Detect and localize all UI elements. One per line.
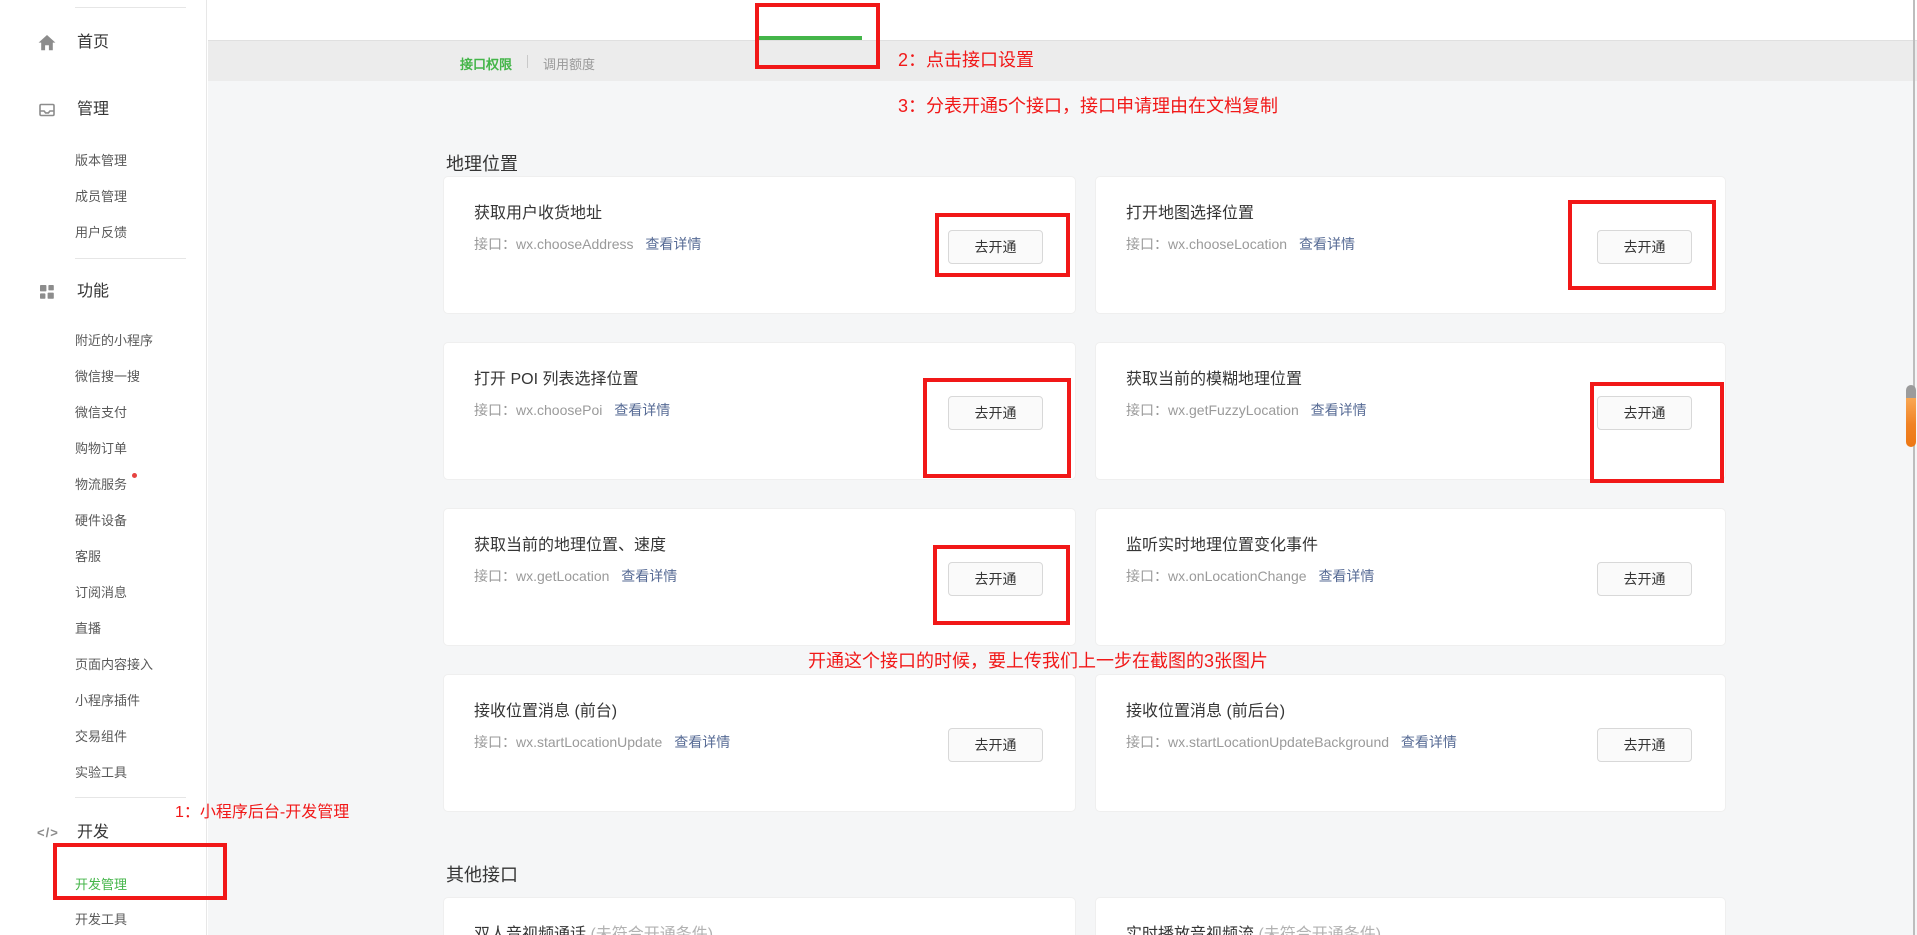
subtab-1[interactable]: 调用额度 xyxy=(543,54,595,73)
sidebar-section-manage[interactable]: 管理 xyxy=(77,100,109,120)
sidebar-item-features-7[interactable]: 订阅消息 xyxy=(75,585,127,601)
sidebar-section-home[interactable]: 首页 xyxy=(77,33,109,53)
api-card-subtitle: 接口：wx.startLocationUpdateBackground 查看详情 xyxy=(1126,732,1457,752)
sidebar: 首页管理版本管理成员管理用户反馈功能附近的小程序微信搜一搜微信支付购物订单物流服… xyxy=(0,0,207,935)
sidebar-item-features-11[interactable]: 交易组件 xyxy=(75,729,127,745)
subtab-0-active[interactable]: 接口权限 xyxy=(460,54,512,73)
wechat-miniprogram-console: 首页管理版本管理成员管理用户反馈功能附近的小程序微信搜一搜微信支付购物订单物流服… xyxy=(0,0,1917,935)
grid-icon xyxy=(37,282,57,302)
api-card-title: 接收位置消息 (前后台) xyxy=(1126,697,1285,721)
scrollbar-track[interactable] xyxy=(1913,0,1915,935)
sidebar-item-features-6[interactable]: 客服 xyxy=(75,549,101,565)
sidebar-item-features-8[interactable]: 直播 xyxy=(75,621,101,637)
api-card-title: 接收位置消息 (前台) xyxy=(474,697,617,721)
sidebar-item-features-4[interactable]: 物流服务 xyxy=(75,477,127,493)
sidebar-divider xyxy=(75,7,186,8)
condition-note: (未符合开通条件) xyxy=(590,926,713,935)
inbox-icon xyxy=(37,100,57,120)
detail-link-wx.startLocationUpdate[interactable]: 查看详情 xyxy=(674,734,730,750)
main-tab-bar xyxy=(208,0,1917,41)
section-title-geolocation: 地理位置 xyxy=(446,150,518,176)
api-card-subtitle: 接口：wx.getFuzzyLocation 查看详情 xyxy=(1126,400,1367,420)
sidebar-item-manage-1[interactable]: 成员管理 xyxy=(75,189,127,205)
detail-link-wx.getLocation[interactable]: 查看详情 xyxy=(621,568,677,584)
api-card-subtitle: 接口：wx.chooseAddress 查看详情 xyxy=(474,234,701,254)
annotation-step-3: 3：分表开通5个接口，接口申请理由在文档复制 xyxy=(898,92,1278,118)
sidebar-item-develop-1[interactable]: 开发工具 xyxy=(75,912,127,928)
detail-link-wx.getFuzzyLocation[interactable]: 查看详情 xyxy=(1311,402,1367,418)
sidebar-item-features-1[interactable]: 微信搜一搜 xyxy=(75,369,140,385)
other-api-card-title: 实时播放音视频流 (未符合开通条件) xyxy=(1126,920,1381,935)
other-api-card-1: 实时播放音视频流 (未符合开通条件) xyxy=(1095,897,1726,935)
api-card-title: 获取当前的地理位置、速度 xyxy=(474,531,666,555)
api-card-subtitle: 接口：wx.choosePoi 查看详情 xyxy=(474,400,670,420)
other-api-card-0: 双人音视频通话 (未符合开通条件) xyxy=(443,897,1076,935)
sidebar-item-features-9[interactable]: 页面内容接入 xyxy=(75,657,153,673)
detail-link-wx.choosePoi[interactable]: 查看详情 xyxy=(614,402,670,418)
sidebar-item-manage-2[interactable]: 用户反馈 xyxy=(75,225,127,241)
annotation-box-dev-management xyxy=(53,843,227,900)
annotation-upload-note: 开通这个接口的时候，要上传我们上一步在截图的3张图片 xyxy=(808,647,1268,673)
scrollbar-thumb[interactable] xyxy=(1906,385,1916,447)
detail-link-wx.chooseAddress[interactable]: 查看详情 xyxy=(645,236,701,252)
annotation-box-btn-getFuzzyLocation xyxy=(1590,382,1724,483)
sidebar-item-manage-0[interactable]: 版本管理 xyxy=(75,153,127,169)
sidebar-divider xyxy=(75,258,186,259)
api-card-subtitle: 接口：wx.getLocation 查看详情 xyxy=(474,566,677,586)
api-card-subtitle: 接口：wx.startLocationUpdate 查看详情 xyxy=(474,732,730,752)
annotation-box-btn-choosePoi xyxy=(923,378,1071,478)
other-api-card-title: 双人音视频通话 (未符合开通条件) xyxy=(474,920,713,935)
detail-link-wx.onLocationChange[interactable]: 查看详情 xyxy=(1318,568,1374,584)
subtab-divider xyxy=(527,55,528,68)
annotation-box-btn-chooseAddress xyxy=(935,213,1070,277)
annotation-box-api-settings-tab xyxy=(755,3,880,69)
home-icon xyxy=(37,33,57,53)
detail-link-wx.startLocationUpdateBackground[interactable]: 查看详情 xyxy=(1401,734,1457,750)
code-icon: </> xyxy=(37,823,57,843)
api-card-subtitle: 接口：wx.chooseLocation 查看详情 xyxy=(1126,234,1355,254)
annotation-box-btn-chooseLocation xyxy=(1568,200,1716,290)
api-card-title: 打开地图选择位置 xyxy=(1126,199,1254,223)
annotation-step-1: 1：小程序后台-开发管理 xyxy=(175,798,349,822)
sidebar-item-features-2[interactable]: 微信支付 xyxy=(75,405,127,421)
api-card-title: 获取用户收货地址 xyxy=(474,199,602,223)
api-card-title: 获取当前的模糊地理位置 xyxy=(1126,365,1302,389)
sidebar-item-features-12[interactable]: 实验工具 xyxy=(75,765,127,781)
new-badge-dot xyxy=(132,473,137,478)
sidebar-section-develop[interactable]: 开发 xyxy=(77,823,109,843)
sidebar-item-features-5[interactable]: 硬件设备 xyxy=(75,513,127,529)
annotation-step-2: 2：点击接口设置 xyxy=(898,46,1034,72)
api-card-subtitle: 接口：wx.onLocationChange 查看详情 xyxy=(1126,566,1374,586)
sidebar-divider xyxy=(75,797,186,798)
condition-note: (未符合开通条件) xyxy=(1258,926,1381,935)
sidebar-item-features-10[interactable]: 小程序插件 xyxy=(75,693,140,709)
sidebar-item-features-3[interactable]: 购物订单 xyxy=(75,441,127,457)
open-button-wx.startLocationUpdateBackground[interactable]: 去开通 xyxy=(1597,728,1692,762)
scrollbar-thumb-orange xyxy=(1906,398,1916,447)
sidebar-item-features-0[interactable]: 附近的小程序 xyxy=(75,333,153,349)
open-button-wx.startLocationUpdate[interactable]: 去开通 xyxy=(948,728,1043,762)
sidebar-section-features[interactable]: 功能 xyxy=(77,282,109,302)
section-title-other-apis: 其他接口 xyxy=(446,861,518,887)
api-card-title: 监听实时地理位置变化事件 xyxy=(1126,531,1318,555)
api-card-title: 打开 POI 列表选择位置 xyxy=(474,365,638,389)
open-button-wx.onLocationChange[interactable]: 去开通 xyxy=(1597,562,1692,596)
annotation-box-btn-getLocation xyxy=(933,545,1070,625)
detail-link-wx.chooseLocation[interactable]: 查看详情 xyxy=(1299,236,1355,252)
